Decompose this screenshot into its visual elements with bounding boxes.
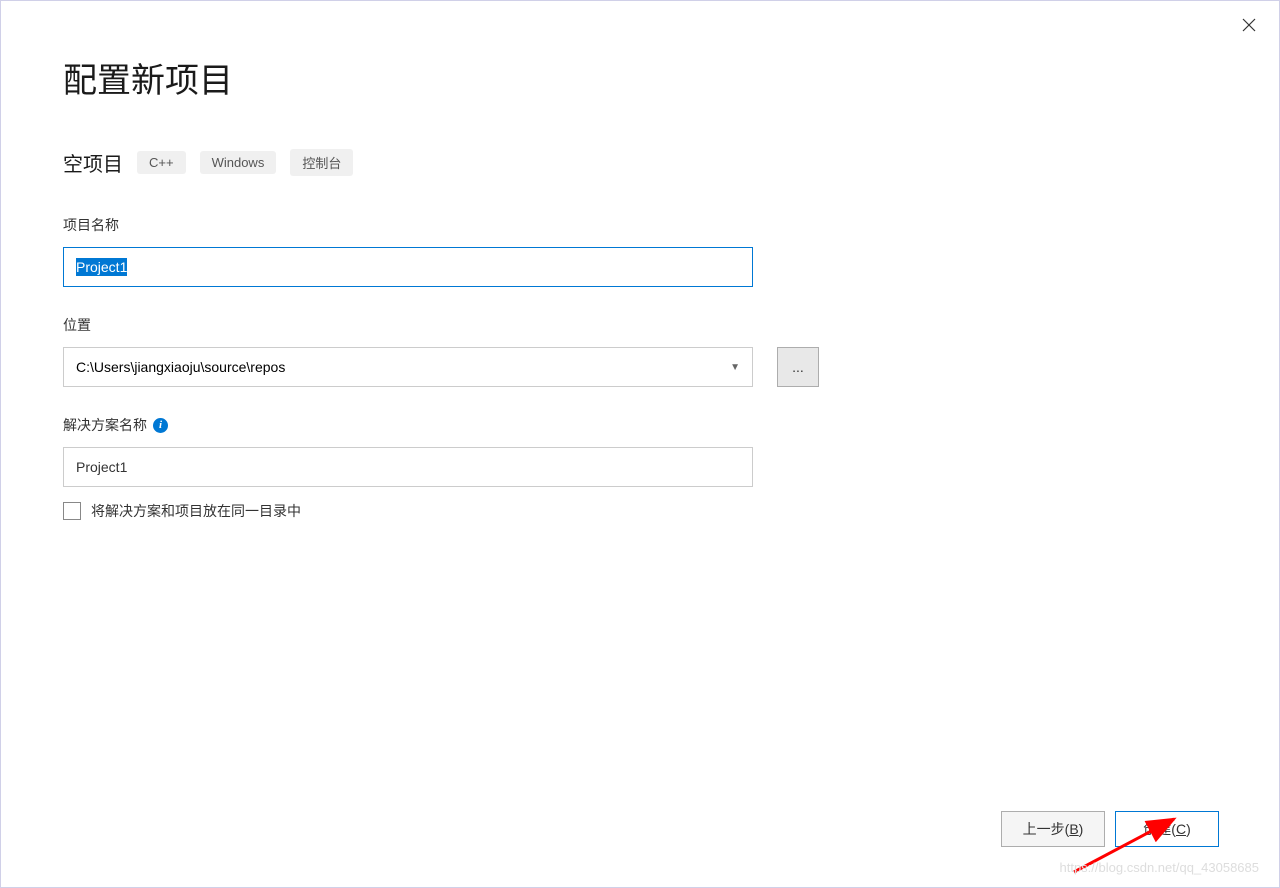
project-type-name: 空项目: [63, 148, 123, 177]
tag-console: 控制台: [290, 149, 353, 176]
close-button[interactable]: [1237, 13, 1261, 37]
solution-name-input[interactable]: [63, 447, 753, 487]
project-type-row: 空项目 C++ Windows 控制台: [63, 148, 1217, 177]
project-name-value: Project1: [76, 258, 127, 276]
page-title: 配置新项目: [63, 53, 1217, 102]
project-name-input[interactable]: Project1: [63, 247, 753, 287]
watermark: https://blog.csdn.net/qq_43058685: [1060, 860, 1260, 875]
close-icon: [1242, 18, 1256, 32]
browse-button[interactable]: ...: [777, 347, 819, 387]
location-select[interactable]: C:\Users\jiangxiaoju\source\repos ▼: [63, 347, 753, 387]
info-icon[interactable]: i: [153, 418, 168, 433]
same-directory-checkbox[interactable]: [63, 502, 81, 520]
create-button[interactable]: 创建(C): [1115, 811, 1219, 847]
solution-name-label: 解决方案名称: [63, 415, 147, 435]
same-directory-label: 将解决方案和项目放在同一目录中: [91, 501, 301, 521]
project-name-label: 项目名称: [63, 215, 1217, 235]
tag-cpp: C++: [137, 151, 186, 174]
location-value: C:\Users\jiangxiaoju\source\repos: [76, 359, 285, 375]
location-label: 位置: [63, 315, 1217, 335]
chevron-down-icon: ▼: [730, 362, 740, 373]
tag-windows: Windows: [200, 151, 277, 174]
back-button[interactable]: 上一步(B): [1001, 811, 1105, 847]
